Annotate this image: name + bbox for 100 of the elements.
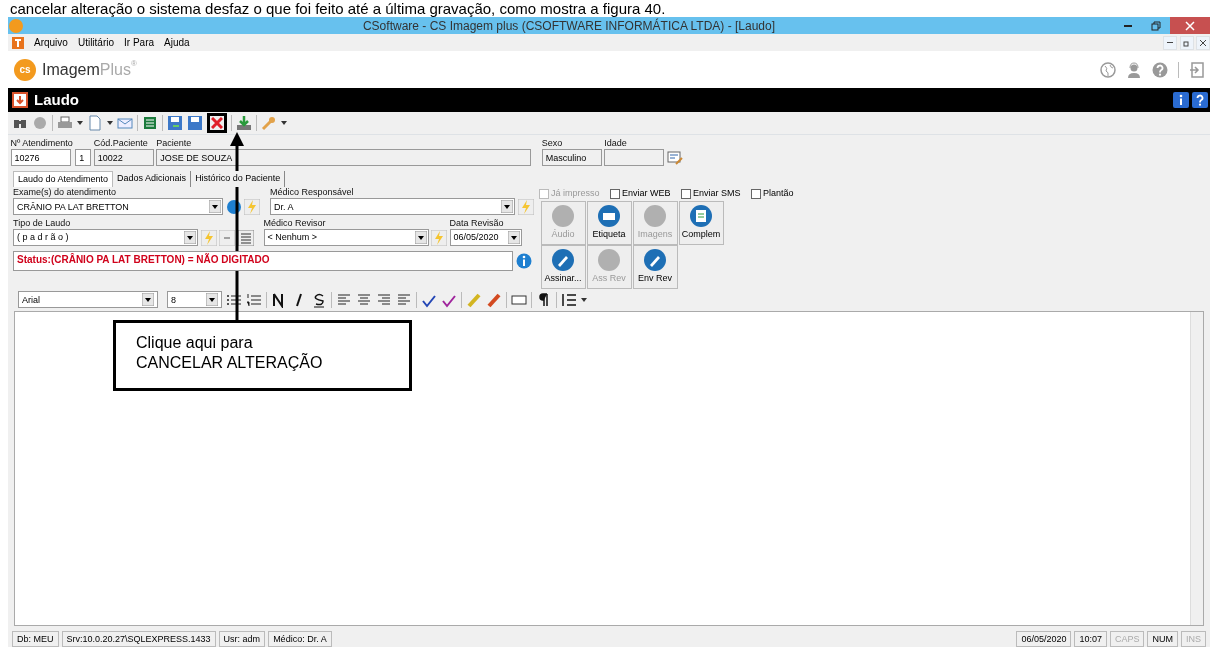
action-button[interactable]: Assinar...: [540, 244, 586, 289]
menu-item[interactable]: Utilitário: [77, 35, 115, 50]
caret-icon: [581, 297, 587, 302]
document-text: cancelar alteração o sistema desfaz o que foi feito até a última gravação, como mostra a figura 40.: [9, 0, 667, 17]
info-icon[interactable]: [515, 252, 532, 269]
status-panel: NUM: [1147, 630, 1178, 647]
justify-icon[interactable]: [396, 291, 412, 308]
support-agent-icon[interactable]: [1126, 61, 1142, 78]
info-icon[interactable]: [1173, 92, 1189, 108]
field-label: Paciente: [156, 137, 193, 149]
caret-icon: [507, 230, 520, 244]
save-icon[interactable]: [167, 115, 183, 131]
menu-item[interactable]: Ir Para: [124, 35, 155, 50]
status-panel: 06/05/2020: [1016, 630, 1072, 647]
scrollbar[interactable]: [1190, 311, 1203, 625]
status-panel: Usr: adm: [218, 630, 266, 647]
checkbox[interactable]: Enviar SMS: [680, 187, 741, 201]
dropdown[interactable]: < Nenhum >: [263, 228, 429, 246]
disc-icon: [551, 203, 575, 228]
field-label: Data Revisão: [449, 217, 505, 229]
printer-icon: [597, 203, 621, 228]
close-icon: [1185, 20, 1195, 31]
minimize-icon: [1124, 24, 1132, 27]
brand-logo: cs: [14, 58, 36, 81]
printer-icon[interactable]: [57, 115, 73, 131]
edit-table-icon[interactable]: [666, 149, 683, 166]
minimize-icon: [1167, 42, 1173, 43]
caret-icon: [501, 200, 513, 213]
close-icon: [1199, 38, 1207, 47]
field-label: Tipo de Laudo: [13, 217, 72, 229]
help-icon[interactable]: [1191, 92, 1208, 108]
form-title: Laudo: [34, 89, 79, 110]
close-button[interactable]: [1170, 17, 1210, 34]
align-center-icon[interactable]: [356, 291, 372, 308]
status-panel: Médico: Dr. A: [268, 630, 332, 647]
mail-icon[interactable]: [117, 115, 133, 131]
font-size-dropdown[interactable]: 8: [167, 291, 222, 308]
app-menu-icon: [12, 36, 24, 49]
strikethrough-icon[interactable]: [311, 291, 327, 308]
field-label: Médico Revisor: [263, 217, 327, 229]
pen-icon: [643, 247, 667, 272]
restore-icon: [1151, 20, 1161, 31]
close-icon: [211, 117, 223, 129]
action-button: Ass Rev: [586, 244, 632, 289]
align-left-icon[interactable]: [336, 291, 352, 308]
close-button[interactable]: [1196, 35, 1210, 50]
app-logo-icon: [8, 17, 24, 34]
field-label: Nº Atendimento: [10, 137, 73, 149]
disc-icon: [597, 247, 621, 272]
menu-item[interactable]: Arquivo: [34, 35, 68, 50]
action-button[interactable]: Etiqueta: [586, 200, 632, 245]
save-icon[interactable]: [187, 115, 203, 131]
menu-item[interactable]: Ajuda: [164, 35, 190, 50]
action-button: Imagens: [632, 200, 678, 245]
field-label: Cód.Paciente: [93, 137, 149, 149]
text-field[interactable]: 10022: [93, 148, 154, 166]
font-dropdown[interactable]: Arial: [18, 291, 158, 308]
align-right-icon[interactable]: [376, 291, 392, 308]
caret-icon: [209, 200, 221, 213]
document-icon[interactable]: [87, 115, 103, 131]
tab[interactable]: Laudo do Atendimento: [13, 170, 114, 187]
wrench-icon[interactable]: [261, 115, 277, 131]
caret-icon: [281, 121, 287, 125]
download-tray-icon[interactable]: [236, 115, 252, 131]
field-label: Idade: [604, 137, 628, 149]
exit-icon[interactable]: [1189, 61, 1205, 78]
status-panel: 10:07: [1074, 630, 1107, 647]
pen-icon: [551, 247, 575, 272]
brand-name: ImagemPlus®: [42, 57, 137, 80]
line-spacing-icon[interactable]: [561, 291, 577, 308]
caret-icon: [206, 293, 218, 306]
dropdown[interactable]: ( p a d r ã o ): [13, 228, 198, 246]
text-field[interactable]: Masculino: [541, 148, 602, 166]
checkbox: Já impresso: [538, 187, 600, 201]
status-panel: INS: [1181, 630, 1206, 647]
minimize-button[interactable]: [1163, 35, 1177, 50]
checkbox[interactable]: Plantão: [750, 187, 794, 201]
dropdown[interactable]: Dr. A: [270, 198, 515, 215]
cancel-button[interactable]: [207, 113, 227, 133]
text-field[interactable]: 1: [75, 148, 92, 166]
checkbox[interactable]: Enviar WEB: [609, 187, 671, 201]
field-label: Exame(s) do atendimento: [13, 187, 118, 198]
caret-icon: [184, 230, 196, 244]
text-field[interactable]: 10276: [10, 148, 71, 166]
status-panel: CAPS: [1109, 630, 1145, 647]
status-field: Status:(CRÂNIO PA LAT BRETTON) = NÃO DIGITADO: [13, 250, 513, 271]
action-button[interactable]: Env Rev: [632, 244, 678, 289]
dropdown[interactable]: CRÂNIO PA LAT BRETTON: [13, 198, 223, 215]
action-button[interactable]: Complem: [678, 200, 724, 245]
status-panel: Srv:10.0.20.27\SQLEXPRESS.1433: [61, 630, 216, 647]
window-title: CSoftware - CS Imagem plus (CSOFTWARE INFORMÁTICA LTDA) - [Laudo]: [361, 17, 777, 35]
dropdown[interactable]: 06/05/2020: [449, 228, 522, 246]
caret-icon: [414, 230, 427, 244]
text-field[interactable]: JOSE DE SOUZA: [156, 148, 532, 166]
callout-box: Clique aqui para CANCELAR ALTERAÇÃO: [113, 320, 412, 391]
caret-icon: [107, 121, 113, 125]
document-icon: [689, 203, 713, 228]
form-icon: [12, 92, 28, 108]
text-field[interactable]: [604, 148, 665, 166]
field-label: Sexo: [541, 137, 564, 149]
